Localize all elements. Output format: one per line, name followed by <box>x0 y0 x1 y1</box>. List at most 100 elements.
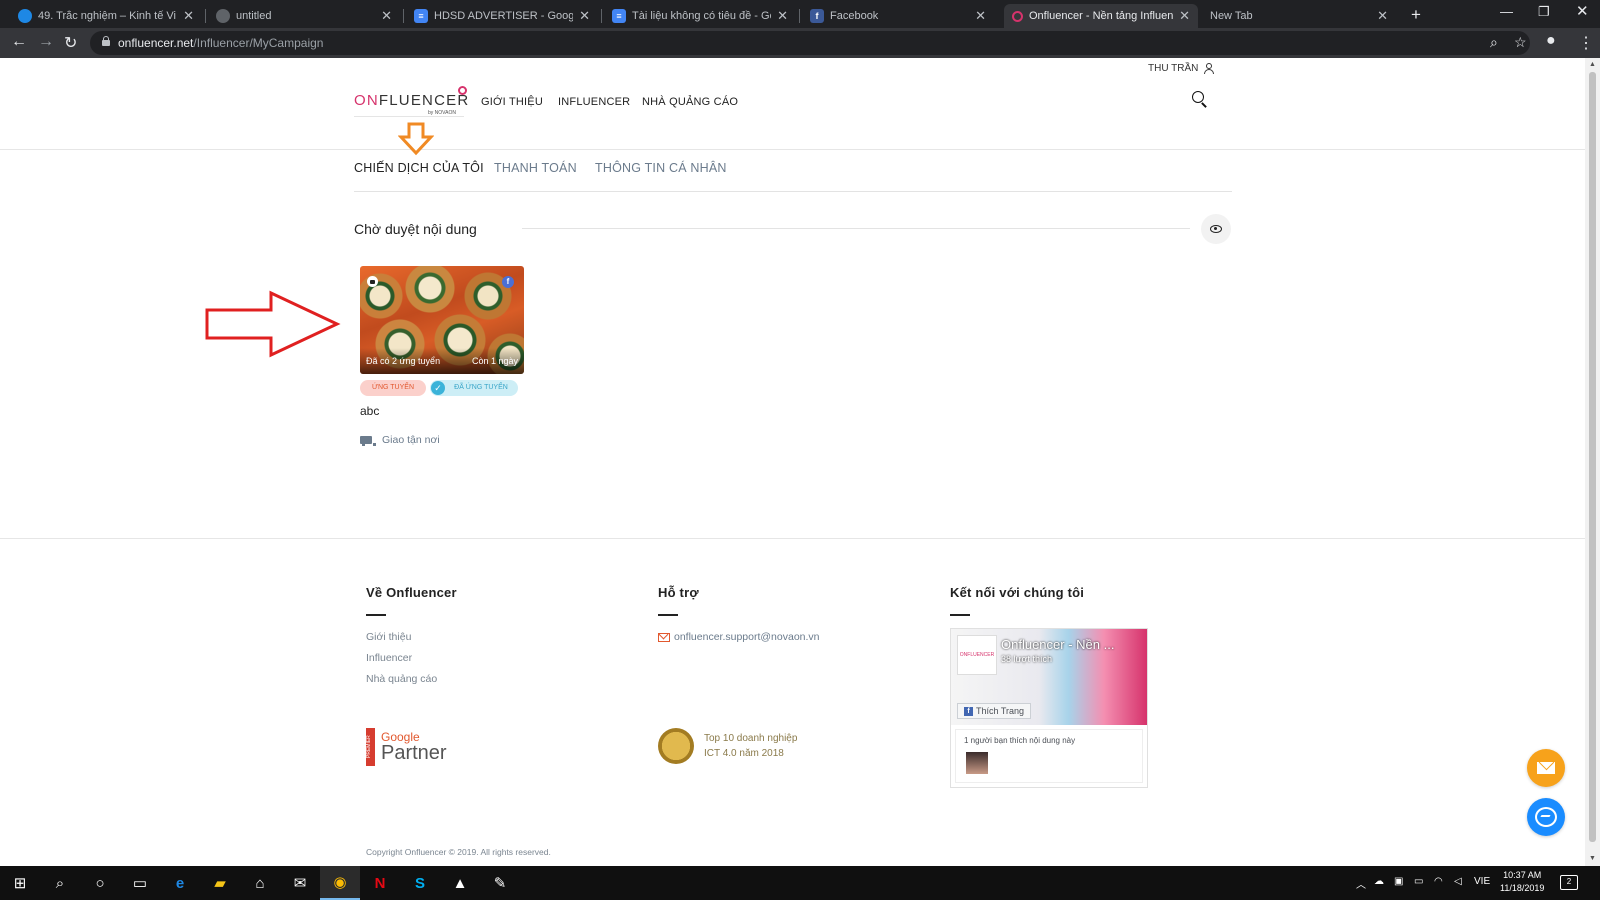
tab-personal-info[interactable]: THÔNG TIN CÁ NHÂN <box>595 161 727 175</box>
cortana-icon[interactable]: ○ <box>80 866 120 900</box>
fb-page-name[interactable]: Onfluencer - Nền ... <box>1001 637 1114 652</box>
wifi-icon[interactable]: ◠ <box>1434 876 1443 887</box>
close-tab-icon[interactable]: ✕ <box>777 8 788 24</box>
support-email-link[interactable]: onfluencer.support@novaon.vn <box>658 631 820 643</box>
facebook-page-widget[interactable]: ONFLUENCER Onfluencer - Nền ... 38 lượt … <box>950 628 1148 788</box>
tray-app-icon[interactable]: ▣ <box>1394 876 1403 887</box>
notifications-icon[interactable]: 2 <box>1560 875 1578 890</box>
footer-link-nha-quang-cao[interactable]: Nhà quảng cáo <box>366 673 437 685</box>
user-name: THU TRẦN <box>1148 63 1199 74</box>
close-tab-icon[interactable]: ✕ <box>1179 8 1190 24</box>
page-scrollbar[interactable]: ▲ ▼ <box>1585 58 1600 866</box>
close-tab-icon[interactable]: ✕ <box>183 8 194 24</box>
fb-like-page-button[interactable]: f Thích Trang <box>957 703 1032 719</box>
windows-start-icon[interactable]: ⊞ <box>0 866 40 900</box>
award-medal-icon <box>658 728 694 764</box>
browser-tab[interactable]: ≡ Tài liệu không có tiêu đề - Google ✕ <box>604 4 796 28</box>
google-docs-icon: ≡ <box>612 9 626 23</box>
mail-icon <box>1537 762 1555 774</box>
reload-icon[interactable]: ↻ <box>64 33 77 53</box>
page-content: THU TRẦN ONFLUENCER by NOVAON GIỚI THIỆU… <box>0 58 1585 866</box>
section-title: Chờ duyệt nội dung <box>354 221 477 237</box>
scrollbar-thumb[interactable] <box>1589 72 1596 842</box>
nav-influencer[interactable]: INFLUENCER <box>558 96 630 108</box>
user-menu[interactable]: THU TRẦN <box>1148 63 1215 74</box>
facebook-cover-image[interactable]: ONFLUENCER Onfluencer - Nền ... 38 lượt … <box>951 629 1147 725</box>
close-tab-icon[interactable]: ✕ <box>975 8 986 24</box>
browser-tab-active[interactable]: Onfluencer - Nền tảng Influencer ✕ <box>1004 4 1198 28</box>
tab-payment[interactable]: THANH TOÁN <box>494 161 577 175</box>
new-tab-icon[interactable]: + <box>1411 5 1421 25</box>
view-toggle-button[interactable] <box>1201 214 1231 244</box>
ict-award: Top 10 doanh nghiệp ICT 4.0 năm 2018 <box>658 728 797 764</box>
applied-pill: ✓ ĐÃ ỨNG TUYỂN <box>430 380 518 396</box>
facebook-icon: f <box>964 706 973 716</box>
restore-icon[interactable]: ❐ <box>1538 4 1550 20</box>
avatar[interactable] <box>966 752 988 774</box>
search-icon[interactable]: ⌕ <box>40 866 80 900</box>
google-docs-icon: ≡ <box>414 9 428 23</box>
lock-icon <box>367 276 378 287</box>
messenger-icon <box>1535 807 1557 827</box>
language-indicator[interactable]: VIE <box>1474 876 1490 887</box>
browser-tab[interactable]: ≡ HDSD ADVERTISER - Google Tài liệu ✕ <box>406 4 598 28</box>
browser-tab[interactable]: New Tab ✕ <box>1202 4 1396 28</box>
truck-icon <box>360 436 376 446</box>
tray-chevron-icon[interactable]: ︿ <box>1356 876 1366 891</box>
days-left: Còn 1 ngày <box>472 356 519 366</box>
fb-friends-box: 1 người bạn thích nội dung này <box>955 729 1143 783</box>
netflix-icon[interactable]: N <box>360 866 400 900</box>
logo-mark-icon <box>458 86 467 95</box>
campaign-image[interactable]: f Đã có 2 ứng tuyển Còn 1 ngày <box>360 266 524 374</box>
windows-taskbar: ⊞ ⌕ ○ ▭ e ▰ ⌂ ✉ ◉ N S ▲ ✎ ︿ ☁ ▣ ▭ ◠ ◁ VI… <box>0 866 1600 900</box>
store-icon[interactable]: ⌂ <box>240 866 280 900</box>
lock-icon <box>102 36 110 46</box>
chrome-menu-icon[interactable]: ⋮ <box>1578 33 1594 53</box>
float-messenger-button[interactable] <box>1527 798 1565 836</box>
edge-icon[interactable]: e <box>160 866 200 900</box>
float-email-button[interactable] <box>1527 749 1565 787</box>
forward-icon[interactable]: → <box>38 33 54 51</box>
back-icon[interactable]: ← <box>11 33 27 51</box>
photos-icon[interactable]: ▲ <box>440 866 480 900</box>
campaign-name[interactable]: abc <box>360 404 379 418</box>
zoom-icon[interactable]: ⌕ <box>1490 34 1498 51</box>
footer-link-influencer[interactable]: Influencer <box>366 652 412 664</box>
url-text: onfluencer.net/Influencer/MyCampaign <box>118 36 324 50</box>
apply-pill[interactable]: ỨNG TUYỂN <box>360 380 426 396</box>
fb-like-count: 38 lượt thích <box>1001 654 1052 664</box>
eye-icon <box>1210 225 1222 233</box>
browser-toolbar: ← → ↻ onfluencer.net/Influencer/MyCampai… <box>0 28 1600 58</box>
paint-icon[interactable]: ✎ <box>480 866 520 900</box>
task-view-icon[interactable]: ▭ <box>120 866 160 900</box>
tab-my-campaigns[interactable]: CHIẾN DỊCH CỦA TÔI <box>354 161 484 175</box>
browser-tab[interactable]: f Facebook ✕ <box>802 4 994 28</box>
user-icon <box>1204 63 1215 74</box>
mail-icon <box>658 632 670 642</box>
profile-icon[interactable]: ● <box>1546 32 1556 50</box>
battery-icon[interactable]: ▭ <box>1414 876 1423 887</box>
mail-icon[interactable]: ✉ <box>280 866 320 900</box>
footer-link-gioi-thieu[interactable]: Giới thiệu <box>366 631 411 643</box>
close-tab-icon[interactable]: ✕ <box>1377 8 1388 24</box>
clock[interactable]: 10:37 AM 11/18/2019 <box>1500 869 1544 895</box>
campaign-card[interactable]: f Đã có 2 ứng tuyển Còn 1 ngày ỨNG TUYỂN… <box>360 266 524 446</box>
address-bar[interactable]: onfluencer.net/Influencer/MyCampaign ⌕ ☆ <box>90 31 1530 55</box>
bookmark-star-icon[interactable]: ☆ <box>1514 34 1527 51</box>
skype-icon[interactable]: S <box>400 866 440 900</box>
search-icon[interactable] <box>1192 91 1208 108</box>
browser-tab[interactable]: untitled ✕ <box>208 4 400 28</box>
close-tab-icon[interactable]: ✕ <box>381 8 392 24</box>
volume-icon[interactable]: ◁ <box>1454 876 1462 887</box>
minimize-icon[interactable]: — <box>1500 4 1513 19</box>
window-close-icon[interactable]: ✕ <box>1576 2 1589 20</box>
file-explorer-icon[interactable]: ▰ <box>200 866 240 900</box>
chrome-icon[interactable]: ◉ <box>320 866 360 900</box>
nav-nha-quang-cao[interactable]: NHÀ QUẢNG CÁO <box>642 96 738 108</box>
annotation-down-arrow <box>398 122 434 156</box>
onfluencer-logo[interactable]: ONFLUENCER by NOVAON <box>354 86 469 117</box>
close-tab-icon[interactable]: ✕ <box>579 8 590 24</box>
onedrive-icon[interactable]: ☁ <box>1374 876 1384 887</box>
browser-tab[interactable]: 49. Trắc nghiệm – Kinh tế Vi mô - ✕ <box>10 4 202 28</box>
nav-gioi-thieu[interactable]: GIỚI THIỆU <box>481 96 543 108</box>
